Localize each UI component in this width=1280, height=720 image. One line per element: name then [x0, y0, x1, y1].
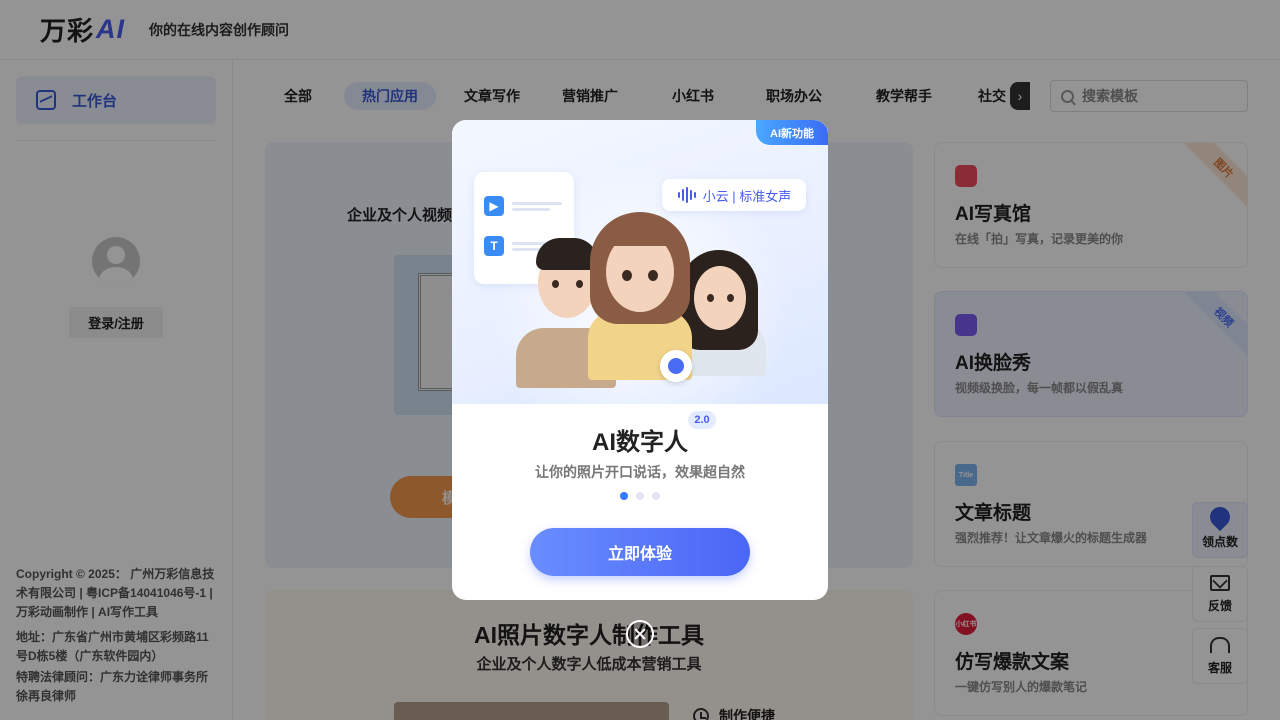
video-row: ▶	[484, 196, 564, 216]
modal-close-icon[interactable]	[626, 620, 654, 648]
carousel-dot[interactable]	[652, 492, 660, 500]
carousel-dot[interactable]	[620, 492, 628, 500]
feature-announcement-modal: AI新功能 ▶ T 小云 | 标准女声 2.0 AI数字人 让你的照片开口说话，…	[452, 120, 828, 600]
sound-wave-icon	[677, 187, 697, 203]
new-feature-badge: AI新功能	[756, 120, 828, 145]
voice-tag: 小云 | 标准女声	[662, 179, 806, 211]
try-now-button[interactable]: 立即体验	[530, 528, 750, 576]
video-play-icon: ▶	[484, 196, 504, 216]
voice-tag-label: 小云 | 标准女声	[702, 188, 792, 204]
modal-title: AI数字人	[592, 429, 688, 456]
placeholder-lines	[512, 199, 562, 214]
carousel-dots	[620, 492, 668, 500]
add-user-icon	[660, 350, 692, 382]
carousel-dot[interactable]	[636, 492, 644, 500]
modal-description: 让你的照片开口说话，效果超自然	[535, 464, 745, 480]
modal-hero-illustration: AI新功能 ▶ T 小云 | 标准女声	[452, 120, 828, 460]
text-t-icon: T	[484, 236, 504, 256]
